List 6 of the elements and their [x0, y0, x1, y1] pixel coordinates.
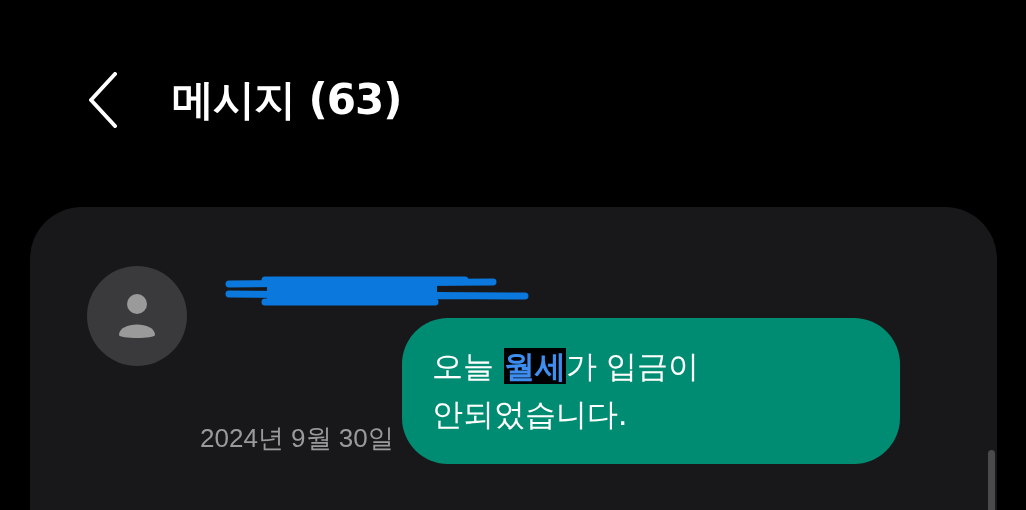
message-text: 오늘 월세가 입금이 안되었습니다.	[431, 347, 701, 434]
message-date: 2024년 9월 30일	[200, 422, 394, 455]
page-title: 메시지 (63)	[172, 74, 402, 126]
scrollbar[interactable]	[988, 450, 995, 510]
person-icon	[118, 293, 156, 339]
back-icon	[88, 72, 118, 128]
